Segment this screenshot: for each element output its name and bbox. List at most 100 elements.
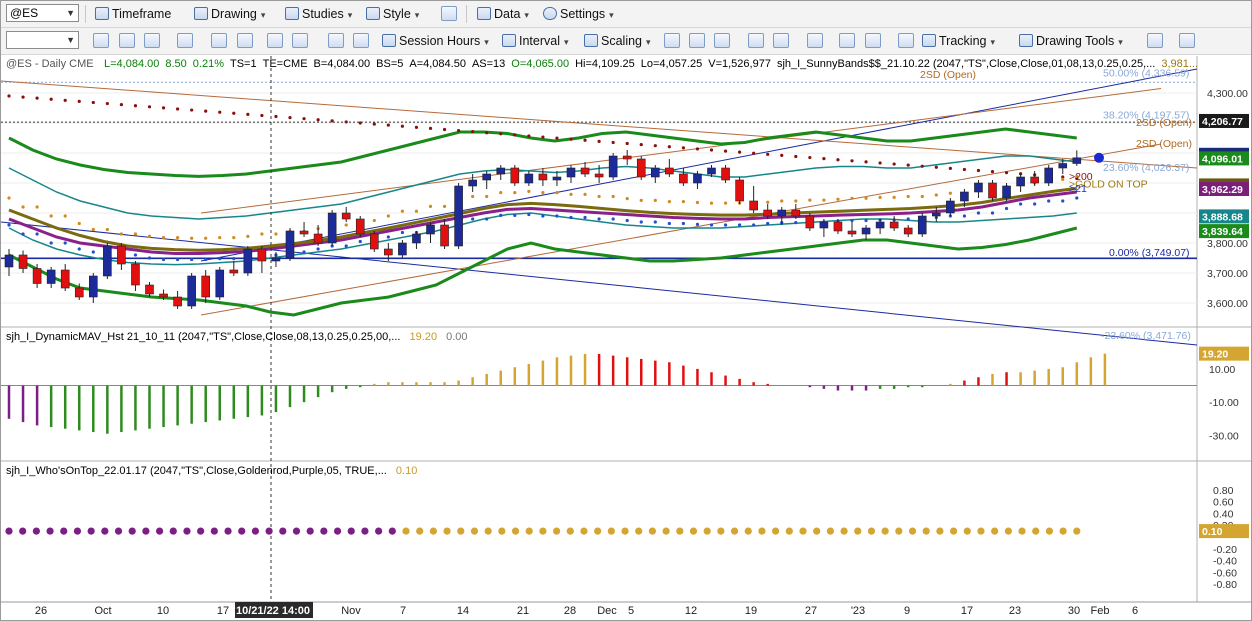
candle-down <box>805 215 815 229</box>
zoom-out-icon[interactable] <box>865 33 881 48</box>
zoom-in-icon[interactable] <box>839 33 855 48</box>
trend-icon[interactable] <box>1147 33 1163 48</box>
sma21-dot <box>527 212 531 217</box>
quote-item: V=1,526,977 <box>708 58 771 70</box>
crosshair-icon[interactable] <box>237 33 253 48</box>
sma200-dot <box>344 120 348 124</box>
session-hours-button[interactable]: Session Hours ▾ <box>382 32 489 50</box>
studies-button[interactable]: Studies ▾ <box>285 5 352 23</box>
candle-icon[interactable] <box>689 33 705 48</box>
date-tick-label: 19 <box>745 605 757 617</box>
quote-item: A=4,084.50 <box>409 58 466 70</box>
histogram-last-text: 19.20 <box>1202 349 1228 361</box>
who-on-top-dot <box>566 527 574 535</box>
who-on-top-dot <box>402 527 410 535</box>
candle-down <box>18 254 28 269</box>
price-label-text: 4,206.77 <box>1202 116 1243 128</box>
ohlc-icon[interactable] <box>664 33 680 48</box>
settings-button[interactable]: Settings ▾ <box>543 5 614 23</box>
sma21-dot <box>471 217 475 221</box>
who-on-top-dot <box>169 527 177 535</box>
sync-icon[interactable] <box>144 33 160 48</box>
chart-annotation: 0.00% (3,749.07) <box>1109 247 1190 259</box>
chart-area[interactable]: @ES - Daily CME L=4,084.00 8.50 0.21% TS=1 T… <box>1 56 1251 620</box>
sma21-dot <box>358 239 362 244</box>
who-on-top-dot <box>594 527 602 535</box>
gold-dot <box>653 198 657 202</box>
who-on-top-dot <box>1045 527 1054 535</box>
drawing-tools-icon <box>1019 34 1033 47</box>
chart-header-symbol: @ES - Daily CME <box>6 58 94 70</box>
data-button[interactable]: Data ▾ <box>477 5 529 23</box>
gold-dot <box>569 192 573 196</box>
chart-annotation: 2SD (Open) <box>1136 117 1192 129</box>
date-tick-label: 23 <box>1009 605 1021 617</box>
candle-up <box>496 167 506 175</box>
bar-spacing-icon[interactable] <box>748 33 764 48</box>
style-button[interactable]: Style ▾ <box>366 5 419 23</box>
candle-down <box>749 200 758 211</box>
gold-dot <box>218 236 222 240</box>
sma200-dot <box>864 160 868 164</box>
line-chart-icon[interactable] <box>714 33 730 48</box>
gold-dot <box>555 191 559 195</box>
drawing-button[interactable]: Drawing ▾ <box>194 5 265 23</box>
line-icon[interactable] <box>292 33 308 48</box>
bar-spacing-icon[interactable] <box>773 33 789 48</box>
gold-dot <box>681 200 686 204</box>
candle-down <box>679 173 688 184</box>
candle-down <box>735 179 744 202</box>
chart-annotation: 50.00% (4,336.59) <box>1103 68 1189 80</box>
gold-dot <box>920 194 924 199</box>
gold-dot <box>667 200 671 204</box>
gold-dot <box>190 236 194 240</box>
sma200-dot <box>386 123 390 127</box>
candle-up <box>524 173 534 184</box>
settings-label: Settings <box>560 7 606 21</box>
sma21-dot <box>35 232 39 236</box>
sma200-dot <box>499 132 503 136</box>
sma200-dot <box>442 127 447 132</box>
gold-dot <box>780 199 784 203</box>
tracking-button[interactable]: Tracking ▾ <box>922 32 995 50</box>
wot-tick-label: 0.80 <box>1213 485 1234 497</box>
bar-spacing-icon[interactable] <box>807 33 823 48</box>
sma200-dot <box>358 121 362 125</box>
zoom-area-icon[interactable] <box>177 33 193 48</box>
grid-icon[interactable] <box>898 33 914 48</box>
who-on-top-dot <box>744 527 752 535</box>
sma21-dot <box>218 257 222 261</box>
sma200-dot <box>330 119 334 123</box>
clock-icon <box>382 34 396 47</box>
study-icon[interactable] <box>353 33 369 48</box>
scaling-button[interactable]: Scaling ▾ <box>584 32 651 50</box>
who-on-top-dot <box>813 527 821 535</box>
sma21-dot <box>597 217 601 221</box>
who-on-top-dot <box>991 527 999 535</box>
gold-dot <box>176 236 180 240</box>
who-on-top-dot <box>224 527 232 535</box>
interval-combo[interactable]: ▼ <box>6 31 79 49</box>
who-on-top-dot <box>279 527 287 535</box>
candle-up <box>4 254 14 268</box>
timeframe-button[interactable]: Timeframe <box>95 5 171 23</box>
layout-icon[interactable] <box>441 6 457 21</box>
sma21-dot <box>21 232 25 236</box>
mav-title-text: sjh_I_DynamicMAV_Hst 21_10_11 (2047,"TS"… <box>6 331 400 343</box>
date-tick-label: 14 <box>457 605 469 617</box>
study-icon[interactable] <box>328 33 344 48</box>
cursor-icon[interactable] <box>211 33 227 48</box>
drawing-tools-button[interactable]: Drawing Tools ▾ <box>1019 32 1123 50</box>
style-icon <box>366 7 380 20</box>
interval-button[interactable]: Interval ▾ <box>502 32 569 50</box>
sma200-dot <box>976 168 981 173</box>
gauge-icon[interactable] <box>1179 33 1195 48</box>
chevron-down-icon: ▾ <box>609 10 614 20</box>
who-on-top-dot <box>46 527 54 535</box>
link-icon[interactable] <box>93 33 109 48</box>
bar-icon[interactable] <box>267 33 283 48</box>
refresh-icon[interactable] <box>119 33 135 48</box>
symbol-combo[interactable]: @ES ▼ <box>6 4 79 22</box>
candle-down <box>131 263 140 286</box>
histogram-tick-label: -30.00 <box>1209 430 1239 442</box>
